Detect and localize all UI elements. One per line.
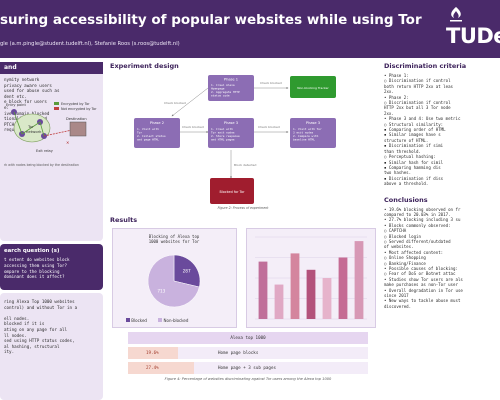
- method-line: ating on any page for all: [4, 326, 68, 332]
- results-heading: Results: [110, 216, 138, 224]
- conclusions-heading: Conclusions: [384, 195, 428, 204]
- rq-line: dominant does it affect?: [4, 274, 65, 280]
- edge-label: Check blocked: [258, 125, 280, 129]
- bar-chart-panel: [246, 228, 376, 328]
- flowchart-caption: Figure 2: Process of experiment: [218, 206, 270, 210]
- discrimination-heading: Discrimination criteria: [384, 62, 467, 70]
- conclusions-text: • 19.6% blocking observed on fr compared…: [384, 207, 500, 310]
- label-network: network: [26, 129, 42, 134]
- node-line: status code: [211, 94, 230, 98]
- edge-label: Check blocked: [182, 125, 204, 129]
- node-title: Phase 1: [224, 78, 238, 82]
- table-cell-value: 27.4%: [146, 365, 159, 370]
- intro-bullet: used for abuse such as: [4, 88, 60, 94]
- logo-text: TUDe: [446, 24, 500, 48]
- method-card: ring Alexa Top 1000 websites control) an…: [0, 293, 103, 400]
- legend-swatch: [126, 318, 130, 322]
- node-title: Phase 3: [224, 121, 238, 125]
- tor-network-diagram: ✕ Encrypted by Tor Not encrypted by Tor …: [0, 100, 103, 174]
- table-row: 19.6% Home page blocks: [128, 347, 368, 359]
- legend-label: Non-blocked: [163, 318, 189, 323]
- table-cell-label: Home page + 3 sub pages: [218, 365, 276, 370]
- intro-heading: and: [0, 62, 103, 74]
- node-line: baseline HTML: [293, 138, 315, 142]
- label-entry-point: Entry point: [6, 103, 26, 107]
- results-table: Alexa top 1000 19.6% Home page blocks 27…: [128, 332, 368, 381]
- block-mark-icon: ✕: [66, 140, 69, 145]
- bar: [354, 241, 364, 319]
- bar: [290, 253, 300, 319]
- research-question-text: t extent do websites block accessing the…: [4, 257, 70, 280]
- bar: [322, 278, 332, 319]
- author-line: gle (a.m.pingle@student.tudelft.nl), Ste…: [0, 41, 180, 47]
- table-row: Alexa top 1000: [128, 332, 368, 344]
- research-question-card: earch question (s) t extent do websites …: [0, 244, 103, 290]
- node-line: and HTML pages: [211, 138, 235, 142]
- bar-chart: [255, 236, 367, 320]
- bar: [274, 284, 284, 319]
- method-line: control) and without Tor in a: [4, 304, 78, 310]
- poster-title: suring accessibility of popular websites…: [0, 12, 422, 28]
- method-line: sed using HTTP status codes,: [4, 338, 75, 344]
- node-title: Phase 3: [306, 121, 320, 125]
- legend-encrypted: Encrypted by Tor: [61, 102, 90, 106]
- table-cell-label: Alexa top 1000: [230, 335, 266, 340]
- edge-label: Check blocked: [260, 81, 282, 85]
- edge-label: Check blocked: [164, 101, 186, 105]
- table-cell-value: 19.6%: [146, 350, 159, 355]
- pie-chart: Blocking of Alexa top 287713 1000 websit…: [147, 234, 201, 308]
- edge-label: Block detected: [234, 163, 257, 167]
- pie-chart-panel: Blocking of Alexa top 287 713 1000 websit…: [112, 228, 237, 328]
- legend-swatch: [158, 318, 163, 322]
- node-title: Phase 2: [150, 121, 164, 125]
- rq-line: accessing them using Tor?: [4, 262, 68, 268]
- experiment-heading: Experiment design: [110, 62, 179, 70]
- tu-delft-logo: TUDe: [432, 6, 500, 54]
- table-cell-label: Home page blocks: [218, 350, 259, 355]
- disc-line: above a threshold.: [384, 181, 429, 187]
- table-row: 27.4% Home page + 3 sub pages: [128, 362, 368, 374]
- bar: [338, 257, 348, 319]
- label-exit-relay: Exit relay: [36, 149, 54, 153]
- method-text: ring Alexa Top 1000 websites control) an…: [4, 299, 77, 355]
- destination-server-icon: [69, 121, 87, 137]
- rq-line: t extent do websites block: [4, 257, 70, 262]
- method-line: ity.: [4, 349, 15, 355]
- experiment-flowchart: Check blocked Check blocked Check blocke…: [110, 70, 376, 210]
- bar: [306, 269, 316, 319]
- node-title: Non-blocking Tracker: [297, 86, 329, 90]
- label-destination: Destination: [66, 117, 87, 121]
- poster-header: suring accessibility of popular websites…: [0, 0, 500, 58]
- pie-data-label: 713: [157, 288, 165, 293]
- conc-line: discovered.: [384, 303, 412, 309]
- results-caption: Figure 4: Percentage of websites discrim…: [164, 377, 332, 381]
- intro-card: and nymity network privacy aware users u…: [0, 62, 103, 241]
- pie-title: 1000 websites for Tor: [149, 239, 200, 244]
- pie-data-label: 287: [183, 269, 191, 274]
- discrimination-text: • Phase 1: ○ Discrimination if control b…: [384, 73, 500, 187]
- legend-label: Blocked: [131, 318, 147, 323]
- diagram-caption: rk with nodes being blocked by the desti…: [4, 163, 79, 167]
- method-line: ring Alexa Top 1000 websites: [4, 299, 75, 304]
- legend-not-encrypted: Not encrypted by Tor: [61, 107, 97, 111]
- research-question-heading: earch question (s): [4, 248, 60, 254]
- node-line: and page HTML: [137, 138, 159, 142]
- right-column: Discrimination criteria • Phase 1: ○ Dis…: [384, 62, 500, 400]
- pie-legend: Blocked Non-blocked: [112, 318, 188, 323]
- bar: [258, 261, 268, 319]
- node-title: Blocked for Tor: [219, 190, 245, 194]
